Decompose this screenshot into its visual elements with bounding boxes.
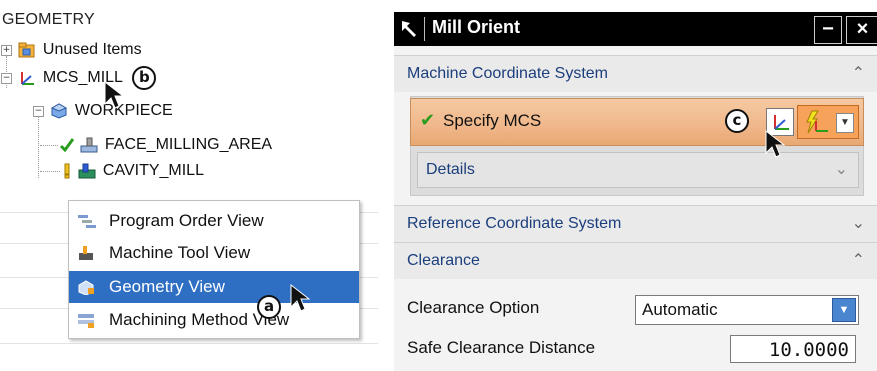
tree-node-face-milling-area[interactable]: FACE_MILLING_AREA xyxy=(59,134,273,156)
menu-item-machine-tool-view[interactable]: Machine Tool View xyxy=(69,237,359,269)
clearance-option-label: Clearance Option xyxy=(407,298,540,317)
tree-node-label: Unused Items xyxy=(42,41,142,58)
tree-node-mcs-mill[interactable]: − MCS_MILL b xyxy=(1,66,157,90)
specify-mcs-label: Specify MCS xyxy=(443,111,542,130)
mouse-cursor-icon xyxy=(765,129,786,158)
details-subsection[interactable]: Details ⌄ xyxy=(417,152,859,188)
chevron-down-icon[interactable]: ⌄ xyxy=(852,206,865,242)
chevron-down-icon[interactable]: ⌄ xyxy=(835,153,848,187)
tree-node-label: CAVITY_MILL xyxy=(102,162,204,179)
clearance-option-value: Automatic xyxy=(642,300,718,319)
chevron-up-icon[interactable]: ⌃ xyxy=(852,243,865,279)
mouse-cursor-icon xyxy=(290,283,311,312)
menu-item-label: Geometry View xyxy=(109,277,225,296)
chevron-down-icon[interactable]: ▼ xyxy=(832,298,856,322)
program-order-icon xyxy=(78,215,96,228)
tree-node-cavity-mill[interactable]: CAVITY_MILL xyxy=(62,160,204,182)
chevron-up-icon[interactable]: ⌃ xyxy=(852,56,865,92)
section-label: Reference Coordinate System xyxy=(407,215,622,232)
specify-mcs-row[interactable]: ✔ Specify MCS c ▼ xyxy=(410,98,864,146)
section-machine-coordinate-system[interactable]: Machine Coordinate System ⌃ xyxy=(394,55,877,92)
machine-tool-icon xyxy=(79,246,93,260)
navigator-header: GEOMETRY xyxy=(2,11,95,28)
tree-connector xyxy=(40,171,60,172)
callout-a: a xyxy=(257,295,281,319)
check-icon: ✔ xyxy=(420,110,436,131)
check-icon xyxy=(59,137,75,153)
menu-item-program-order-view[interactable]: Program Order View xyxy=(69,205,359,237)
face-milling-icon xyxy=(80,137,98,153)
geometry-view-icon xyxy=(78,280,94,295)
title-separator xyxy=(424,17,425,41)
menu-item-label: Machine Tool View xyxy=(109,243,251,262)
callout-c: c xyxy=(725,109,749,133)
section-reference-coordinate-system[interactable]: Reference Coordinate System ⌄ xyxy=(394,205,877,242)
mill-orient-dialog: Mill Orient − × Machine Coordinate Syste… xyxy=(394,12,877,371)
collapse-icon[interactable]: − xyxy=(33,105,44,117)
menu-item-geometry-view[interactable]: Geometry View xyxy=(69,271,359,303)
section-label: Clearance xyxy=(407,252,480,269)
dialog-title: Mill Orient xyxy=(432,17,521,37)
section-clearance[interactable]: Clearance ⌃ xyxy=(394,242,877,279)
dialog-pin-icon[interactable] xyxy=(399,18,421,40)
close-button[interactable]: × xyxy=(846,16,877,44)
expand-icon[interactable]: + xyxy=(1,44,12,56)
chevron-down-icon[interactable]: ▼ xyxy=(836,113,854,133)
folder-icon xyxy=(18,42,36,58)
machining-method-icon xyxy=(78,314,94,328)
dialog-title-bar[interactable]: Mill Orient − × xyxy=(394,12,877,46)
grid-line xyxy=(0,343,378,344)
cavity-mill-icon xyxy=(78,163,96,179)
view-context-menu: Program Order View Machine Tool View Geo… xyxy=(68,200,360,339)
collapse-icon[interactable]: − xyxy=(1,72,12,84)
clearance-option-select[interactable]: Automatic ▼ xyxy=(635,295,859,325)
minimize-button[interactable]: − xyxy=(814,16,842,44)
clearance-option-row: Clearance Option Automatic ▼ xyxy=(394,288,877,328)
callout-b: b xyxy=(132,66,157,90)
tree-node-unused-items[interactable]: + Unused Items xyxy=(1,39,142,61)
safe-clearance-label: Safe Clearance Distance xyxy=(407,338,596,357)
csys-method-dropdown[interactable]: ▼ xyxy=(797,105,859,139)
section-label: Machine Coordinate System xyxy=(407,65,608,82)
warning-exclamation-icon xyxy=(62,163,72,179)
tree-connector xyxy=(40,145,58,146)
workpiece-icon xyxy=(50,103,68,119)
menu-item-machining-method-view[interactable]: Machining Method View xyxy=(69,304,359,336)
mcs-axis-icon xyxy=(18,70,36,86)
details-label: Details xyxy=(426,161,475,178)
mouse-cursor-icon xyxy=(104,80,125,109)
csys-inferred-icon xyxy=(806,110,828,134)
safe-clearance-input[interactable]: 10.0000 xyxy=(730,335,856,363)
operation-navigator: GEOMETRY + Unused Items − MCS_MILL b − W… xyxy=(0,0,380,371)
menu-item-label: Program Order View xyxy=(109,211,264,230)
tree-node-label: FACE_MILLING_AREA xyxy=(104,136,273,153)
safe-clearance-row: Safe Clearance Distance 10.0000 xyxy=(394,328,877,368)
